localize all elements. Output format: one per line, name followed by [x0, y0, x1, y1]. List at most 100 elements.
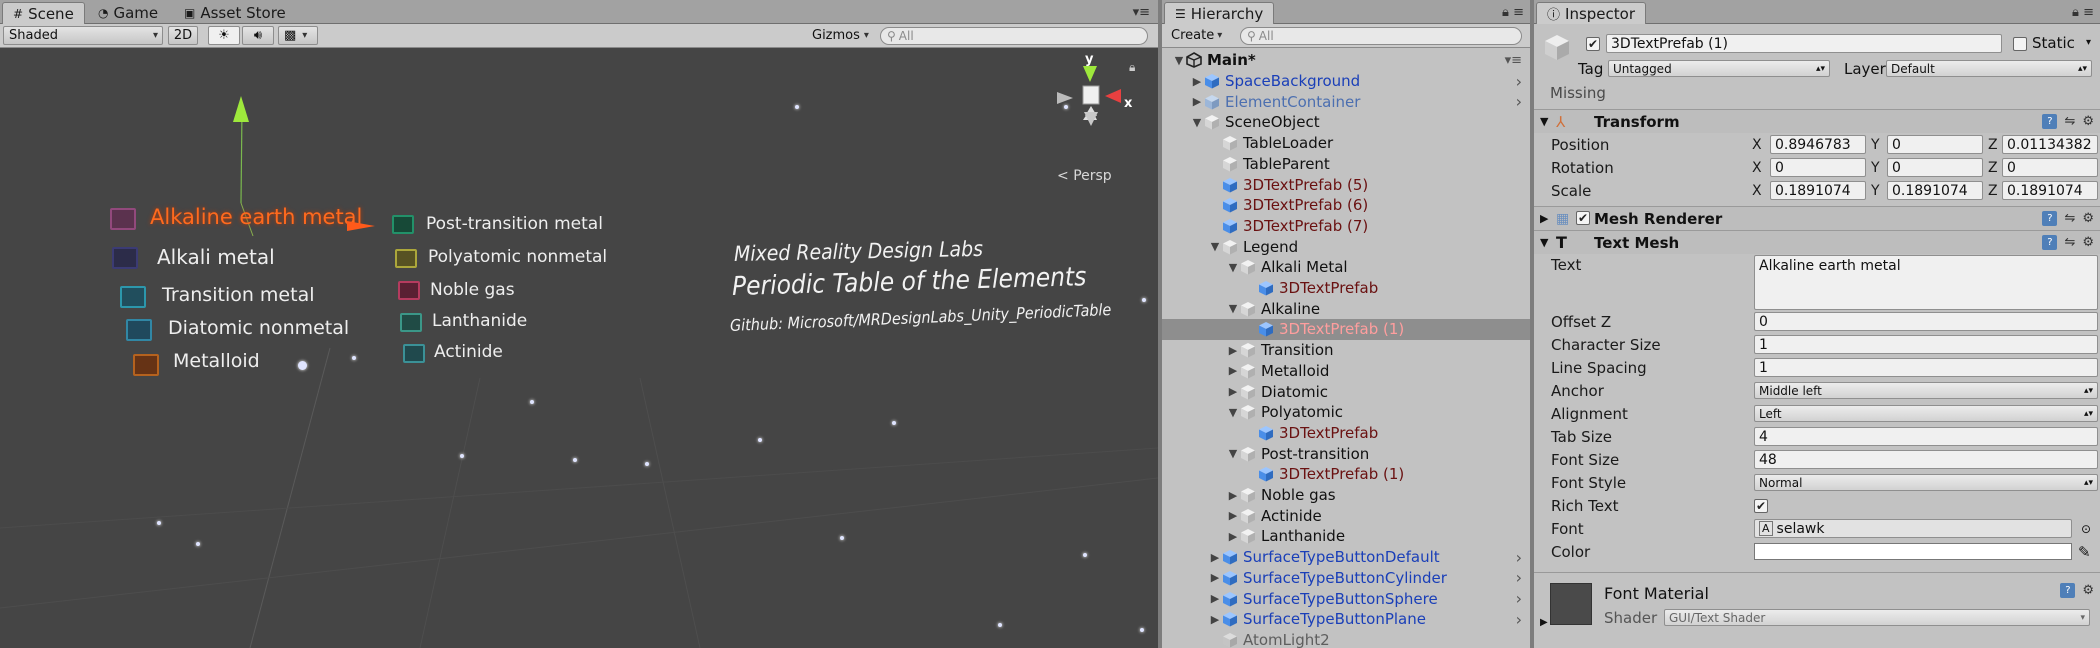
hierarchy-row[interactable]: 3DTextPrefab (6) — [1162, 195, 1530, 216]
hierarchy-row[interactable]: TableLoader — [1162, 133, 1530, 154]
tab-size-field[interactable]: 4 — [1754, 427, 2098, 446]
hierarchy-row[interactable]: ▶ SurfaceTypeButtonPlane › — [1162, 609, 1530, 630]
rotation-y-field[interactable]: 0 — [1887, 158, 1983, 177]
position-z-field[interactable]: 0.01134382 — [2002, 135, 2098, 154]
font-object-field[interactable]: A selawk — [1754, 519, 2072, 538]
inspector-panel-menu-icon[interactable]: 🔒︎ ≡ — [2072, 5, 2094, 20]
persp-label[interactable]: < Persp — [1057, 168, 1112, 184]
scale-z-field[interactable]: 0.1891074 — [2002, 181, 2098, 200]
foldout-down-icon[interactable]: ▼ — [1226, 406, 1240, 419]
axis-x-label[interactable]: X — [1752, 160, 1762, 176]
hierarchy-search-input[interactable]: ⚲ All — [1240, 27, 1522, 45]
tab-scene[interactable]: # Scene — [2, 2, 85, 24]
prefab-open-arrow-icon[interactable]: › — [1516, 548, 1522, 567]
hierarchy-row[interactable]: ▶ ElementContainer › — [1162, 91, 1530, 112]
hierarchy-row[interactable]: ▼ Main* ▾≡ — [1162, 50, 1530, 71]
foldout-down-icon[interactable]: ▼ — [1172, 54, 1186, 67]
scale-y-field[interactable]: 0.1891074 — [1887, 181, 1983, 200]
foldout-right-icon[interactable]: ▶ — [1540, 617, 1548, 628]
mesh-renderer-header[interactable]: ▶ ▦ ✔ Mesh Renderer ? ⇋ ⚙ — [1534, 206, 2100, 230]
hierarchy-row[interactable]: 3DTextPrefab (1) — [1162, 319, 1530, 340]
shading-mode-dropdown[interactable]: Shaded ▾ — [3, 26, 163, 45]
text-mesh-header[interactable]: ▼ T Text Mesh ? ⇋ ⚙ — [1534, 230, 2100, 254]
2d-toggle-button[interactable]: 2D — [168, 26, 198, 45]
hierarchy-row[interactable]: ▼ Alkali Metal — [1162, 257, 1530, 278]
axis-x-label[interactable]: X — [1752, 137, 1762, 153]
hierarchy-row[interactable]: ▼ Legend — [1162, 236, 1530, 257]
axis-z-label[interactable]: Z — [1988, 183, 1998, 199]
prefab-open-arrow-icon[interactable]: › — [1516, 72, 1522, 91]
foldout-down-icon[interactable]: ▼ — [1226, 261, 1240, 274]
character-size-field[interactable]: 1 — [1754, 335, 2098, 354]
lock-icon[interactable]: 🔒︎ — [1129, 60, 1135, 75]
axis-x-label[interactable]: X — [1752, 183, 1762, 199]
foldout-down-icon[interactable]: ▼ — [1190, 116, 1204, 129]
tag-dropdown[interactable]: Untagged ▴▾ — [1608, 60, 1830, 77]
text-value-field[interactable]: Alkaline earth metal — [1754, 255, 2098, 310]
anchor-dropdown[interactable]: Middle left ▴▾ — [1754, 382, 2098, 399]
hierarchy-row[interactable]: ▼ Post-transition — [1162, 443, 1530, 464]
help-book-icon[interactable]: ? — [2042, 211, 2058, 226]
tab-asset-store[interactable]: ▣ Asset Store — [174, 2, 296, 24]
effects-toggle-button[interactable]: ▩ ▾ — [278, 26, 318, 45]
gear-icon[interactable]: ⚙ — [2082, 235, 2094, 250]
help-book-icon[interactable]: ? — [2060, 583, 2076, 598]
foldout-right-icon[interactable]: ▶ — [1226, 364, 1240, 377]
scene-menu-icon[interactable]: ▾≡ — [1505, 53, 1522, 68]
static-dropdown-caret-icon[interactable]: ▾ — [2086, 37, 2091, 48]
gear-icon[interactable]: ⚙ — [2082, 583, 2094, 598]
position-x-field[interactable]: 0.8946783 — [1770, 135, 1866, 154]
foldout-down-icon[interactable]: ▼ — [1226, 447, 1240, 460]
rotation-x-field[interactable]: 0 — [1770, 158, 1866, 177]
prefab-open-arrow-icon[interactable]: › — [1516, 92, 1522, 111]
hierarchy-row[interactable]: 3DTextPrefab — [1162, 423, 1530, 444]
gizmos-dropdown[interactable]: Gizmos ▾ — [807, 26, 869, 45]
foldout-right-icon[interactable]: ▶ — [1226, 489, 1240, 502]
hierarchy-row[interactable]: ▼ Polyatomic — [1162, 402, 1530, 423]
create-dropdown[interactable]: Create ▾ — [1166, 26, 1222, 45]
prefab-open-arrow-icon[interactable]: › — [1516, 589, 1522, 608]
prefab-open-arrow-icon[interactable]: › — [1516, 610, 1522, 629]
hierarchy-row[interactable]: ▶ Diatomic — [1162, 381, 1530, 402]
active-checkbox[interactable]: ✔ — [1586, 37, 1600, 51]
hierarchy-row[interactable]: ▶ SpaceBackground › — [1162, 71, 1530, 92]
foldout-down-icon[interactable]: ▼ — [1208, 240, 1222, 253]
gear-icon[interactable]: ⚙ — [2082, 114, 2094, 129]
tab-game[interactable]: ◔ Game — [88, 2, 168, 24]
hierarchy-row[interactable]: ▶ Actinide — [1162, 505, 1530, 526]
hierarchy-row[interactable]: ▼ Alkaline — [1162, 298, 1530, 319]
hierarchy-row[interactable]: ▶ Noble gas — [1162, 485, 1530, 506]
static-checkbox[interactable] — [2013, 37, 2027, 51]
rotation-z-field[interactable]: 0 — [2002, 158, 2098, 177]
object-picker-icon[interactable]: ⊙ — [2081, 522, 2091, 536]
hierarchy-row[interactable]: ▶ SurfaceTypeButtonSphere › — [1162, 588, 1530, 609]
object-name-field[interactable]: 3DTextPrefab (1) — [1606, 34, 2002, 53]
mesh-renderer-enabled-checkbox[interactable]: ✔ — [1576, 211, 1590, 225]
axis-y-label[interactable]: Y — [1871, 183, 1880, 199]
hierarchy-row[interactable]: 3DTextPrefab — [1162, 278, 1530, 299]
preset-icon[interactable]: ⇋ — [2064, 235, 2075, 250]
tab-hierarchy[interactable]: ☰ Hierarchy — [1164, 2, 1275, 24]
scene-search-input[interactable]: ⚲ All — [880, 27, 1148, 45]
axis-y-label[interactable]: Y — [1871, 137, 1880, 153]
hierarchy-row[interactable]: ▶ SurfaceTypeButtonDefault › — [1162, 547, 1530, 568]
audio-toggle-button[interactable]: 🔊︎ — [242, 26, 274, 45]
gear-icon[interactable]: ⚙ — [2082, 211, 2094, 226]
foldout-right-icon[interactable]: ▶ — [1208, 613, 1222, 626]
axis-y-label[interactable]: Y — [1871, 160, 1880, 176]
foldout-right-icon[interactable]: ▶ — [1208, 592, 1222, 605]
foldout-right-icon[interactable]: ▶ — [1226, 385, 1240, 398]
hierarchy-row[interactable]: 3DTextPrefab (7) — [1162, 216, 1530, 237]
foldout-right-icon[interactable]: ▶ — [1190, 75, 1204, 88]
hierarchy-row[interactable]: 3DTextPrefab (5) — [1162, 174, 1530, 195]
font-size-field[interactable]: 48 — [1754, 450, 2098, 469]
position-y-field[interactable]: 0 — [1887, 135, 1983, 154]
help-book-icon[interactable]: ? — [2042, 114, 2058, 129]
hierarchy-row[interactable]: ▶ Lanthanide — [1162, 526, 1530, 547]
foldout-right-icon[interactable]: ▶ — [1226, 530, 1240, 543]
prefab-open-arrow-icon[interactable]: › — [1516, 568, 1522, 587]
axis-z-label[interactable]: Z — [1988, 137, 1998, 153]
hierarchy-row[interactable]: 3DTextPrefab (1) — [1162, 464, 1530, 485]
foldout-right-icon[interactable]: ▶ — [1226, 344, 1240, 357]
foldout-right-icon[interactable]: ▶ — [1208, 551, 1222, 564]
